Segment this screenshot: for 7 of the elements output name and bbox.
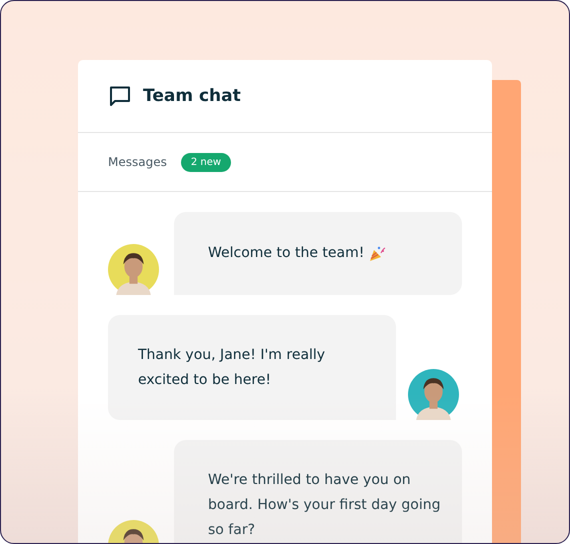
chat-bubble-icon [108,84,132,108]
chat-title: Team chat [143,86,241,106]
message-bubble: We're thrilled to have you on board. How's your first day going so far? [174,440,462,543]
new-messages-badge: 2 new [180,152,232,172]
messages-label: Messages [108,155,167,169]
message-bubble: Welcome to the team! [174,212,462,295]
message-bubble: Thank you, Jane! I'm really excited to be here! [108,315,396,420]
